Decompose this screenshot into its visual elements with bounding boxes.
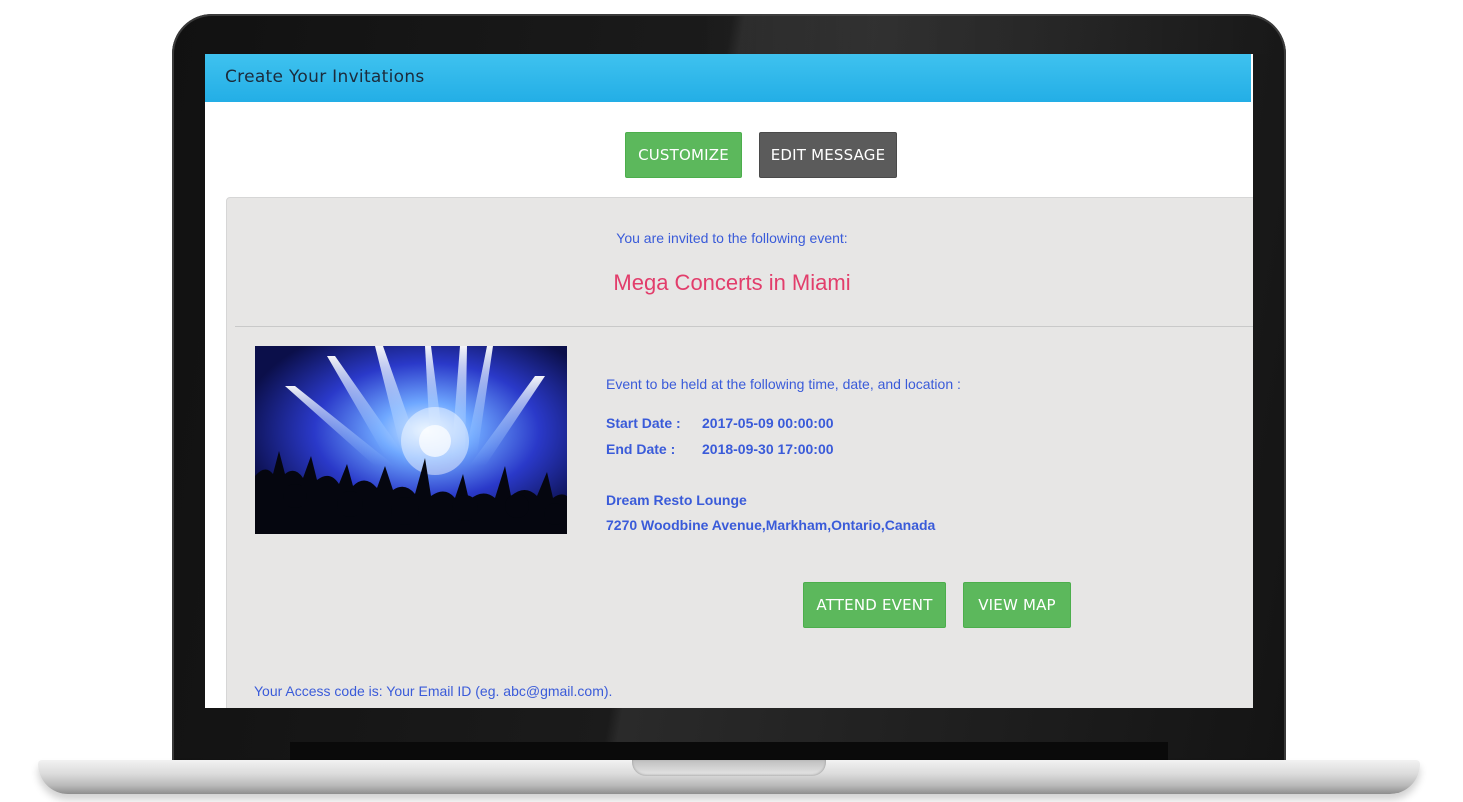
venue-name: Dream Resto Lounge — [606, 492, 747, 508]
app-header: Create Your Invitations — [205, 54, 1251, 102]
view-map-button[interactable]: VIEW MAP — [963, 582, 1071, 628]
access-code-note: Your Access code is: Your Email ID (eg. … — [254, 683, 613, 699]
venue-address: 7270 Woodbine Avenue,Markham,Ontario,Can… — [606, 517, 936, 533]
edit-message-button[interactable]: EDIT MESSAGE — [759, 132, 897, 178]
concert-crowd-image — [255, 346, 567, 534]
customize-button[interactable]: CUSTOMIZE — [625, 132, 742, 178]
event-title: Mega Concerts in Miami — [613, 270, 851, 295]
end-date-row: End Date : 2018-09-30 17:00:00 — [606, 441, 834, 457]
end-date-label: End Date : — [606, 441, 676, 457]
details-intro: Event to be held at the following time, … — [606, 376, 961, 392]
start-date-row: Start Date : 2017-05-09 00:00:00 — [606, 415, 834, 431]
divider — [235, 326, 1253, 327]
start-date-label: Start Date : — [606, 415, 681, 431]
page-title: Create Your Invitations — [225, 67, 425, 87]
attend-event-button[interactable]: ATTEND EVENT — [803, 582, 946, 628]
end-date-value: 2018-09-30 17:00:00 — [702, 441, 834, 457]
invitation-intro: You are invited to the following event: — [616, 230, 848, 246]
invitation-preview: You are invited to the following event: … — [226, 197, 1253, 708]
laptop-screen: Create Your Invitations CUSTOMIZE EDIT M… — [205, 54, 1253, 708]
laptop-hinge — [290, 742, 1168, 760]
laptop-notch — [632, 760, 826, 776]
start-date-value: 2017-05-09 00:00:00 — [702, 415, 834, 431]
